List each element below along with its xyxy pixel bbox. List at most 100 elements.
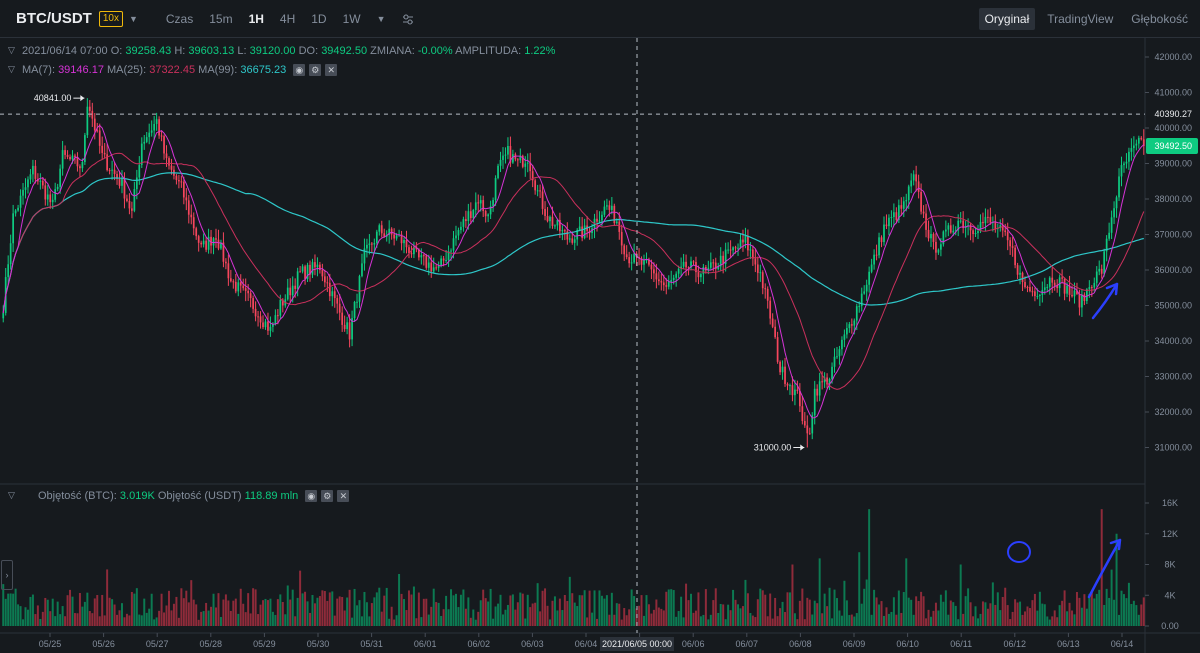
candle <box>192 217 195 229</box>
candle <box>425 255 428 268</box>
candle <box>88 106 91 111</box>
candle <box>14 210 17 214</box>
collapse-ohlc-icon[interactable]: ▽ <box>8 45 15 56</box>
volume-bar <box>1041 603 1044 626</box>
eye-icon[interactable]: ◉ <box>305 490 318 503</box>
candle <box>578 226 581 230</box>
candle <box>1118 176 1120 198</box>
volume-bar <box>368 616 371 626</box>
volume-bar <box>420 617 423 626</box>
candle <box>341 312 344 325</box>
candle <box>326 282 329 284</box>
volume-bar <box>182 598 185 626</box>
candle <box>96 130 99 132</box>
volume-bar <box>999 610 1002 626</box>
volume-bar <box>336 598 339 626</box>
candle <box>163 136 165 154</box>
volume-bar <box>205 602 208 626</box>
gear-icon[interactable]: ⚙ <box>321 490 334 503</box>
close-icon[interactable]: ✕ <box>337 490 350 503</box>
volume-bar <box>1051 616 1054 626</box>
candle <box>229 278 232 282</box>
volume-bar <box>301 593 304 626</box>
candle <box>1125 161 1128 164</box>
candle <box>138 164 141 178</box>
volume-bar <box>215 607 217 626</box>
candle <box>796 389 799 391</box>
volume-bar <box>638 605 641 626</box>
candle <box>205 240 207 250</box>
ohlc-amplitude: 1.22% <box>524 45 556 57</box>
volume-bar <box>769 593 772 626</box>
volume-bar <box>608 614 611 626</box>
volume-bar <box>873 589 876 626</box>
candle <box>262 322 264 328</box>
candle <box>920 191 922 212</box>
candle <box>657 279 660 282</box>
candle <box>791 385 794 396</box>
gear-icon[interactable]: ⚙ <box>309 64 322 77</box>
volume-bar <box>816 603 819 626</box>
volume-bar <box>61 606 64 626</box>
volume-bar <box>380 611 383 626</box>
volume-bar <box>566 600 569 626</box>
volume-bar <box>24 607 27 626</box>
volume-bar <box>912 614 915 626</box>
volume-bar <box>892 597 895 626</box>
volume-bar <box>1006 605 1009 626</box>
x-tick-label: 06/11 <box>950 639 972 649</box>
side-expand-handle[interactable]: › <box>1 560 13 590</box>
candle <box>989 216 992 223</box>
volume-bar <box>506 604 509 626</box>
volume-bar <box>242 603 245 626</box>
candle <box>502 155 504 160</box>
volume-bar <box>895 614 898 626</box>
volume-bar <box>229 610 232 626</box>
volume-bar <box>375 592 378 626</box>
volume-bar <box>1093 598 1096 626</box>
candle <box>185 197 188 201</box>
candle <box>182 181 185 198</box>
candle <box>158 119 160 136</box>
volume-bar <box>845 600 848 626</box>
close-icon[interactable]: ✕ <box>325 64 338 77</box>
volume-bar <box>333 615 336 626</box>
volume-bar <box>850 614 853 626</box>
collapse-ma-icon[interactable]: ▽ <box>8 64 15 75</box>
volume-bar <box>197 619 200 626</box>
volume-bar <box>880 601 883 626</box>
volume-bar <box>1120 590 1123 626</box>
candle <box>747 236 749 251</box>
candle <box>1036 295 1039 297</box>
eye-icon[interactable]: ◉ <box>293 64 306 77</box>
candle <box>709 262 712 268</box>
candle <box>232 281 235 283</box>
volume-bar <box>477 611 480 626</box>
candle <box>343 324 346 330</box>
candle <box>39 180 42 182</box>
candle <box>1014 247 1016 266</box>
candle <box>304 266 306 279</box>
volume-bar <box>316 597 319 626</box>
candle <box>700 274 702 278</box>
candle <box>430 262 433 272</box>
volume-bar <box>754 617 757 626</box>
volume-bar <box>744 579 747 626</box>
volume-bar <box>687 600 690 626</box>
candle <box>623 245 626 255</box>
candle <box>893 212 895 218</box>
collapse-volume-icon[interactable]: ▽ <box>8 490 15 501</box>
candle <box>336 298 339 304</box>
volume-bar <box>573 602 576 626</box>
ohlc-low: 39120.00 <box>249 45 296 57</box>
volume-bar <box>140 615 143 626</box>
candle <box>912 174 915 181</box>
volume-bar <box>135 588 138 626</box>
price-chart[interactable]: 31000.00 32000.00 33000.00 34000.00 35000.00… <box>0 0 1200 653</box>
volume-bar <box>531 603 534 626</box>
candle <box>1128 151 1130 162</box>
candle <box>1135 143 1138 146</box>
candle <box>816 388 819 396</box>
volume-bar <box>34 614 37 626</box>
candle <box>766 288 769 301</box>
